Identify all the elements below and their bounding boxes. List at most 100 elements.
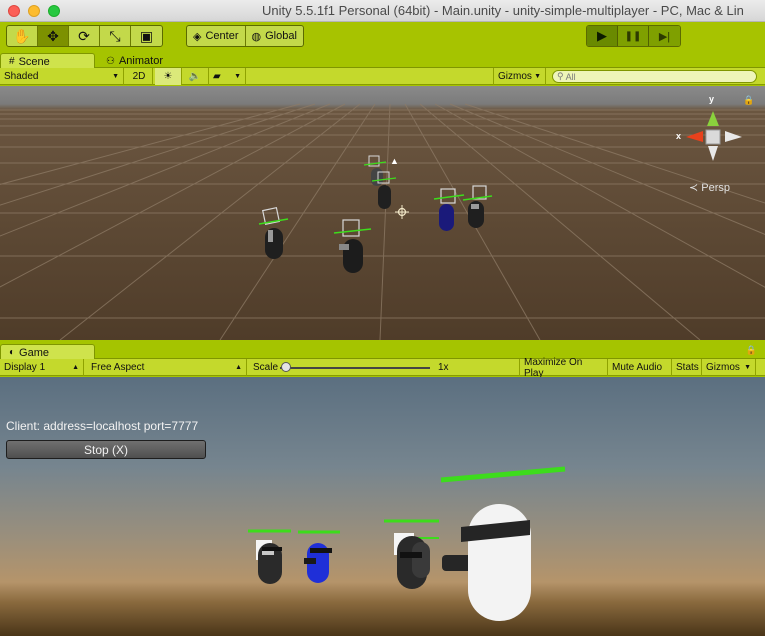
rect-icon: ▣: [139, 27, 154, 44]
scene-tab-strip: # Scene ⚇ Animator: [0, 51, 765, 69]
pivot-center-button[interactable]: ◈ Center: [187, 26, 246, 46]
scene-player-3[interactable]: ▲: [363, 155, 399, 186]
scene-player-5[interactable]: [462, 185, 493, 228]
axis-y-label: y: [709, 94, 715, 104]
scale-slider-track[interactable]: [280, 367, 430, 369]
game-gizmos-label: Gizmos: [706, 362, 740, 373]
stop-client-button[interactable]: Stop (X): [6, 440, 206, 459]
play-icon: ▶: [597, 28, 607, 43]
tab-scene-label: Scene: [18, 55, 50, 68]
toggle-2d-button[interactable]: 2D: [126, 68, 153, 85]
dropdown-arrow-icon: ▲: [72, 364, 79, 371]
persp-label: Persp: [701, 182, 731, 194]
hand-tool-button[interactable]: ✋: [7, 26, 38, 46]
dropdown-arrow-icon: ▼: [234, 73, 241, 80]
transform-tools: ✋ ✥ ⟳ ⤡ ▣: [6, 25, 163, 47]
lighting-toggle[interactable]: ☀: [155, 68, 182, 85]
move-icon: ✥: [47, 27, 59, 44]
dropdown-arrow-icon: ▼: [744, 364, 751, 371]
maximize-on-play-label: Maximize On Play: [524, 356, 583, 379]
effects-dropdown[interactable]: ▰ ▼: [209, 68, 246, 85]
move-tool-button[interactable]: ✥: [38, 26, 69, 46]
pivot-toggles: ◈ Center ◍ Global: [186, 25, 304, 47]
game-gizmos-dropdown[interactable]: Gizmos ▼: [702, 359, 756, 376]
game-player-remote-1: [248, 529, 291, 584]
maximize-window-button[interactable]: [48, 5, 60, 17]
game-tab-strip: ◐ Game 🔒: [0, 342, 765, 360]
mute-audio-toggle[interactable]: Mute Audio: [608, 359, 672, 376]
game-control-bar: Display 1 ▲ Free Aspect ▲ Scale 1x Maxim…: [0, 356, 765, 379]
search-icon: ⚲: [557, 71, 564, 81]
sun-icon: ☀: [163, 71, 173, 82]
unity-editor-window: Unity 5.5.1f1 Personal (64bit) - Main.un…: [0, 0, 765, 636]
scene-search-input[interactable]: ⚲ All: [552, 70, 757, 83]
stop-client-label: Stop (X): [83, 442, 128, 457]
search-placeholder: All: [565, 71, 576, 82]
svg-text:▲: ▲: [390, 156, 399, 166]
audio-toggle[interactable]: 🔈: [182, 68, 209, 85]
scale-slider-thumb[interactable]: [281, 362, 291, 372]
minimize-window-button[interactable]: [28, 5, 40, 17]
step-icon: ▶|: [658, 30, 671, 43]
globe-icon: ◍: [251, 30, 262, 43]
tab-animator-label: Animator: [118, 55, 163, 67]
scene-player-2[interactable]: [333, 219, 372, 273]
scene-viewport[interactable]: ▲ y x 🔒 ≺ Persp: [0, 86, 765, 340]
tab-animator[interactable]: ⚇ Animator: [98, 53, 171, 69]
client-info-text: Client: address=localhost port=7777: [6, 419, 199, 433]
maximize-on-play-toggle[interactable]: Maximize On Play: [519, 356, 608, 379]
scene-icon: #: [9, 56, 15, 67]
tab-scene[interactable]: # Scene: [0, 53, 95, 69]
tab-game[interactable]: ◐ Game: [0, 344, 95, 360]
step-button[interactable]: ▶|: [649, 26, 680, 46]
shading-mode-label: Shaded: [4, 71, 39, 82]
rect-tool-button[interactable]: ▣: [131, 26, 162, 46]
close-window-button[interactable]: [8, 5, 20, 17]
image-icon: ▰: [213, 71, 221, 82]
display-dropdown[interactable]: Display 1 ▲: [0, 359, 84, 376]
window-title: Unity 5.5.1f1 Personal (64bit) - Main.un…: [262, 3, 744, 18]
aspect-dropdown[interactable]: Free Aspect ▲: [87, 359, 247, 376]
main-toolbar: ✋ ✥ ⟳ ⤡ ▣ ◈ Center ◍ Global ▶ ❚❚ ▶|: [0, 22, 765, 50]
scale-label: Scale: [253, 362, 279, 373]
rotate-icon: ⟳: [78, 27, 90, 44]
toggle-2d-label: 2D: [132, 71, 146, 82]
game-player-local: [440, 466, 566, 621]
game-render: [248, 466, 566, 621]
scene-control-bar: Shaded ▼ 2D ☀ 🔈 ▰ ▼ Gizmos ▼ ⚲ All: [0, 68, 765, 85]
stats-toggle[interactable]: Stats: [672, 359, 702, 376]
game-player-blue: [298, 530, 340, 583]
game-icon: ◐: [9, 347, 16, 358]
game-player-remote-2: [384, 519, 439, 589]
scene-gizmos-label: Gizmos: [498, 71, 532, 82]
rotate-tool-button[interactable]: ⟳: [69, 26, 100, 46]
tab-game-label: Game: [19, 346, 50, 359]
pause-button[interactable]: ❚❚: [618, 26, 649, 46]
perspective-toggle[interactable]: ≺ Persp: [689, 181, 730, 194]
back-arrow-icon: ≺: [689, 182, 699, 194]
game-viewport[interactable]: Client: address=localhost port=7777 Stop…: [0, 377, 765, 636]
animator-icon: ⚇: [106, 55, 115, 67]
play-button[interactable]: ▶: [587, 26, 618, 46]
speaker-icon: 🔈: [188, 71, 202, 82]
scale-tool-button[interactable]: ⤡: [100, 26, 131, 46]
pivot-global-button[interactable]: ◍ Global: [246, 26, 303, 46]
display-label: Display 1: [4, 362, 46, 373]
shading-mode-dropdown[interactable]: Shaded ▼: [0, 68, 124, 85]
title-bar: Unity 5.5.1f1 Personal (64bit) - Main.un…: [0, 0, 765, 22]
lock-icon[interactable]: 🔒: [746, 345, 757, 356]
pivot-center-label: Center: [205, 30, 239, 42]
pivot-global-label: Global: [265, 30, 297, 42]
lock-icon[interactable]: 🔒: [743, 95, 754, 106]
playback-controls: ▶ ❚❚ ▶|: [586, 25, 681, 47]
dropdown-arrow-icon: ▼: [112, 73, 119, 80]
dropdown-arrow-icon: ▲: [235, 364, 242, 371]
scene-gizmos-dropdown[interactable]: Gizmos ▼: [493, 68, 546, 85]
aspect-label: Free Aspect: [91, 362, 145, 373]
pivot-center-icon: ◈: [193, 30, 202, 43]
scene-player-1[interactable]: [258, 206, 289, 259]
scene-light-gizmo[interactable]: [395, 205, 409, 219]
scene-grid-and-objects: ▲: [0, 103, 765, 340]
scene-player-blue[interactable]: [433, 188, 465, 231]
mute-audio-label: Mute Audio: [612, 362, 663, 373]
